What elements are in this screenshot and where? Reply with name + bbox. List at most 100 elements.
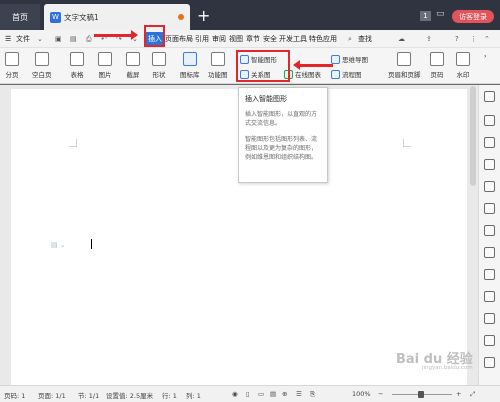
flow-chart-icon — [331, 69, 340, 79]
status-page-num[interactable]: 页码: 1 — [4, 390, 25, 400]
tab-home[interactable]: 首页 — [0, 4, 40, 30]
share-icon[interactable]: ⇪ — [426, 30, 432, 48]
menu-security[interactable]: 安全 — [263, 30, 277, 48]
window-count-badge[interactable]: 1 — [420, 11, 431, 21]
writer-logo-icon: W — [50, 11, 61, 23]
undo-icon[interactable]: ↶ — [101, 30, 107, 48]
shapes-panel-icon[interactable] — [484, 159, 495, 170]
baidu-watermark: Bai du 经验 jingyan.baidu.com — [396, 348, 473, 371]
picture-label: 图片 — [98, 71, 112, 79]
status-section[interactable]: 节: 1/1 — [78, 390, 99, 400]
skin-icon[interactable]: ▭ — [436, 9, 445, 19]
print-layout-icon[interactable]: ▯ — [246, 390, 250, 398]
watermark-sub: jingyan.baidu.com — [422, 365, 473, 371]
print-icon[interactable]: ⎙ — [86, 30, 92, 48]
redo-icon[interactable]: ↷ — [116, 30, 122, 48]
highlight-smart-art — [236, 50, 290, 82]
smart-art-tooltip: 插入智能图形 插入智能图形，以直观的方式交流信息。 智能图形包括图形列表、流程图… — [238, 87, 328, 183]
collapse-ribbon-icon[interactable]: ⌃ — [484, 30, 490, 48]
chevron-down-icon[interactable]: ⌄ — [37, 30, 43, 48]
menu-developer[interactable]: 开发工具 — [279, 30, 307, 48]
outline-icon[interactable]: ☰ — [296, 390, 302, 398]
translate-icon[interactable] — [484, 291, 495, 302]
table-panel-icon[interactable] — [484, 225, 495, 236]
mind-map-button[interactable]: 思维导图 — [331, 54, 368, 64]
select-icon[interactable] — [484, 137, 495, 148]
navigation-icon[interactable] — [484, 181, 495, 192]
screenshot-button[interactable]: 截屏 — [126, 52, 140, 79]
zoom-slider-knob[interactable] — [418, 391, 424, 398]
search-icon[interactable]: ⌕ — [348, 30, 352, 48]
menu-file[interactable]: 文件 — [16, 30, 30, 48]
style-icon[interactable] — [484, 203, 495, 214]
crop-mark-top-left — [69, 139, 77, 147]
menu-view[interactable]: 视图 — [229, 30, 243, 48]
shapes-button[interactable]: 形状 — [152, 52, 166, 79]
flow-chart-label: 流程图 — [342, 71, 362, 79]
page-number-button[interactable]: 页码 — [430, 52, 444, 79]
menu-features[interactable]: 特色应用 — [309, 30, 337, 48]
icon-library-icon — [182, 52, 197, 66]
page-break-button[interactable]: 分页 — [5, 52, 19, 79]
header-footer-label: 页眉和页脚 — [388, 71, 421, 79]
zoom-level[interactable]: 100% — [352, 390, 371, 398]
status-pages[interactable]: 页面: 1/1 — [38, 390, 66, 400]
page-number-icon — [430, 52, 444, 66]
shapes-label: 形状 — [152, 71, 166, 79]
new-tab-button[interactable]: + — [197, 6, 210, 25]
settings-icon[interactable] — [484, 335, 495, 346]
screenshot-label: 截屏 — [126, 71, 140, 79]
paragraph-handle-icon[interactable]: ▤ ⌄ — [51, 241, 66, 249]
cloud-sync-icon[interactable]: ☁ — [398, 30, 405, 48]
watermark-icon — [456, 52, 470, 66]
icon-library-button[interactable]: 图标库 — [180, 52, 200, 79]
function-chart-button[interactable]: 功能图 — [208, 52, 228, 79]
tab-document[interactable]: W 文字文稿1 — [44, 4, 190, 30]
picture-button[interactable]: 图片 — [98, 52, 112, 79]
scroll-up-icon[interactable] — [484, 91, 495, 102]
highlight-insert-menu — [144, 25, 165, 47]
menu-page-layout[interactable]: 页面布局 — [165, 30, 193, 48]
eye-icon[interactable]: ◉ — [232, 390, 238, 398]
page-view-icon[interactable]: ▤ — [270, 390, 276, 398]
reading-mode-icon[interactable]: ⎘ — [310, 390, 315, 399]
web-layout-icon[interactable]: ⊕ — [282, 390, 287, 398]
flow-chart-button[interactable]: 流程图 — [331, 69, 362, 79]
help-icon[interactable]: ? — [455, 30, 459, 48]
watermark-button[interactable]: 水印 — [456, 52, 470, 79]
table-button[interactable]: 表格 — [70, 52, 84, 79]
status-col[interactable]: 列: 1 — [186, 390, 201, 400]
crop-mark-top-right — [403, 139, 411, 147]
menu-icon[interactable]: ☰ — [5, 30, 11, 48]
guest-login-button[interactable]: 访客登录 — [452, 10, 494, 23]
fit-page-icon[interactable]: ⤢ — [470, 390, 475, 399]
header-footer-button[interactable]: 页眉和页脚 — [388, 52, 421, 79]
status-bar: 页码: 1 页面: 1/1 节: 1/1 设置值: 2.5厘米 行: 1 列: … — [0, 385, 500, 402]
document-panel-icon[interactable] — [484, 247, 495, 258]
shapes-icon — [152, 52, 166, 66]
pen-icon[interactable] — [484, 115, 495, 126]
zoom-out-button[interactable]: − — [378, 390, 383, 398]
menu-chapter[interactable]: 章节 — [246, 30, 260, 48]
blank-page-icon — [34, 52, 49, 66]
menu-search[interactable]: 查找 — [358, 30, 372, 48]
box-icon[interactable] — [484, 313, 495, 324]
status-row[interactable]: 行: 1 — [162, 390, 177, 400]
side-panel — [478, 85, 500, 385]
menu-references[interactable]: 引用 — [195, 30, 209, 48]
help-panel-icon[interactable] — [484, 357, 495, 368]
unsaved-dot-icon — [178, 14, 184, 20]
ribbon-scroll-right[interactable]: › — [484, 52, 487, 60]
vertical-scrollbar[interactable] — [470, 86, 476, 186]
table-icon — [70, 52, 84, 66]
blank-page-button[interactable]: 空白页 — [32, 52, 52, 79]
backup-icon[interactable] — [484, 269, 495, 280]
save-icon[interactable]: ▣ — [55, 30, 62, 48]
full-screen-icon[interactable]: ▭ — [258, 390, 264, 398]
more-options-icon[interactable]: ⋮ — [470, 30, 477, 48]
tooltip-paragraph-1: 插入智能图形，以直观的方式交流信息。 — [245, 111, 318, 127]
print-preview-icon[interactable]: ▤ — [70, 30, 77, 48]
status-setting[interactable]: 设置值: 2.5厘米 — [106, 390, 153, 400]
zoom-in-button[interactable]: + — [456, 390, 461, 398]
menu-review[interactable]: 审阅 — [212, 30, 226, 48]
